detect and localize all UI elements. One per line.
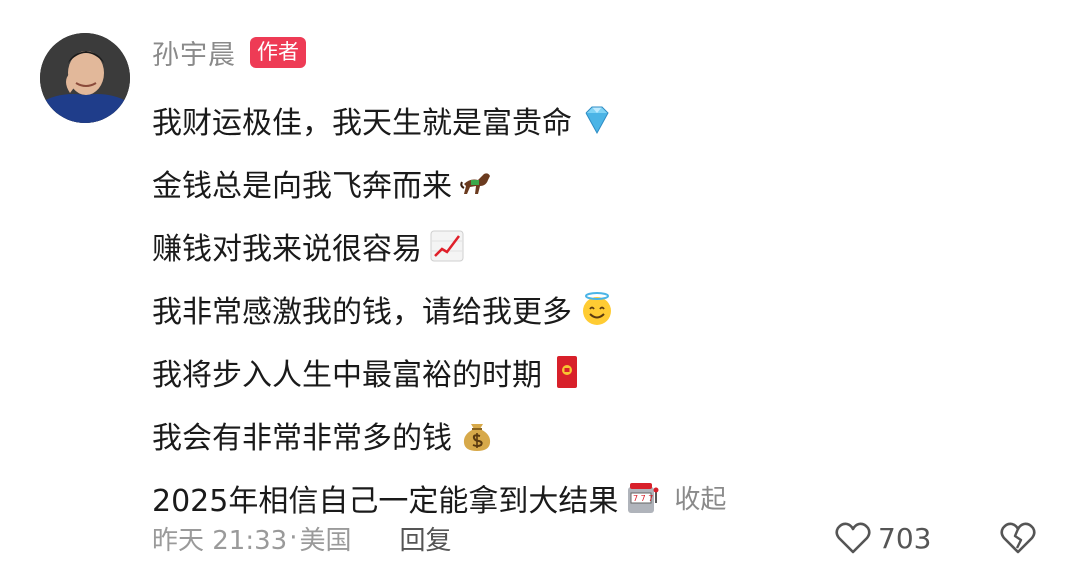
like-count: 703 — [878, 521, 932, 555]
collapse-link[interactable]: 收起 — [674, 479, 726, 516]
comment-footer: 昨天 21:33 · 美国 回复 — [152, 516, 452, 560]
separator: · — [289, 523, 298, 553]
comment-line: 我非常感激我的钱，请给我更多 — [152, 277, 726, 340]
comment-line: 赚钱对我来说很容易 — [152, 214, 726, 277]
comment-body: 我财运极佳，我天生就是富贵命 金钱总是向我飞奔而来 赚钱对我来说很容易 我非常感… — [152, 88, 726, 529]
comment-line-text: 2025年相信自己一定能拿到大结果 — [152, 483, 619, 519]
slot-machine-icon: 7 7 7 — [628, 482, 659, 513]
avatar[interactable] — [40, 33, 130, 123]
smiling-face-with-halo-icon — [583, 291, 611, 325]
comment-line-text: 我非常感激我的钱，请给我更多 — [152, 294, 572, 330]
comment-line: 我会有非常非常多的钱 — [152, 403, 726, 466]
author-badge: 作者 — [250, 36, 306, 68]
dislike-button[interactable] — [998, 518, 1038, 558]
timestamp: 昨天 21:33 — [152, 525, 288, 556]
reply-button[interactable]: 回复 — [399, 520, 451, 557]
comment-line-text: 我将步入人生中最富裕的时期 — [152, 357, 542, 393]
chart-increasing-icon — [430, 230, 464, 261]
comment-line: 我将步入人生中最富裕的时期 — [152, 340, 726, 403]
like-button[interactable]: 703 — [834, 516, 931, 560]
location: 美国 — [299, 525, 352, 556]
racehorse-icon — [460, 172, 490, 194]
broken-heart-icon — [1000, 522, 1036, 554]
heart-icon — [835, 522, 871, 554]
comment-line: 我财运极佳，我天生就是富贵命 — [152, 88, 726, 151]
red-envelope-icon — [557, 355, 577, 388]
author-name[interactable]: 孙宇晨 — [152, 33, 236, 72]
comment-line-text: 赚钱对我来说很容易 — [152, 231, 422, 267]
comment-line-text: 我财运极佳，我天生就是富贵命 — [152, 105, 572, 141]
comment-card: 孙宇晨 作者 我财运极佳，我天生就是富贵命 金钱总是向我飞奔而来 赚钱对我来说很… — [0, 0, 1080, 585]
comment-line-text: 我会有非常非常多的钱 — [152, 420, 452, 456]
svg-text:7 7 7: 7 7 7 — [633, 494, 653, 503]
money-bag-icon — [463, 423, 491, 451]
author-row: 孙宇晨 作者 — [152, 32, 306, 72]
comment-line-text: 金钱总是向我飞奔而来 — [152, 168, 452, 204]
gem-icon — [585, 106, 609, 134]
comment-line: 金钱总是向我飞奔而来 — [152, 151, 726, 214]
